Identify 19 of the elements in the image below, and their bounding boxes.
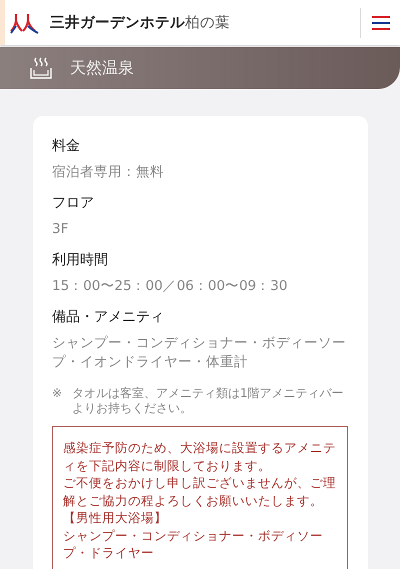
field-value: 15：00〜25：00／06：00〜09：30	[52, 277, 288, 296]
banner-title: 天然温泉	[70, 58, 134, 78]
field-label: 利用時間	[52, 251, 109, 270]
menu-icon[interactable]	[372, 16, 390, 30]
notice-text: 感染症予防のため、大浴場に設置するアメニティを下記内容に制限しております。	[63, 439, 337, 474]
field-value: 宿泊者専用：無料	[52, 163, 165, 182]
logo-icon	[10, 12, 40, 34]
notice-text: 【男性用大浴場】	[63, 509, 168, 526]
notice-text: シャンプー・コンディショナー・ボディソープ・ドライヤー	[63, 526, 324, 562]
field-value: 3F	[52, 220, 70, 239]
field-label: フロア	[52, 194, 95, 213]
hot-spring-icon	[30, 56, 52, 80]
field-label: 料金	[52, 137, 81, 156]
note-text: タオルは客室、アメニティ類は1階アメニティバーよりお持ちください。	[72, 386, 345, 415]
field-label: 備品・アメニティ	[52, 308, 165, 327]
notice-text: ご不便をおかけし申し訳ございませんが、ご理解とご協力の程よろしくお願いいたします。	[63, 474, 337, 509]
note-mark: ※	[52, 386, 64, 402]
field-value: シャンプー・コンディショナー・ボディーソープ・イオンドライヤー・体重計	[52, 334, 347, 372]
hotel-name[interactable]: 三井ガーデンホテル柏の葉	[50, 13, 230, 32]
